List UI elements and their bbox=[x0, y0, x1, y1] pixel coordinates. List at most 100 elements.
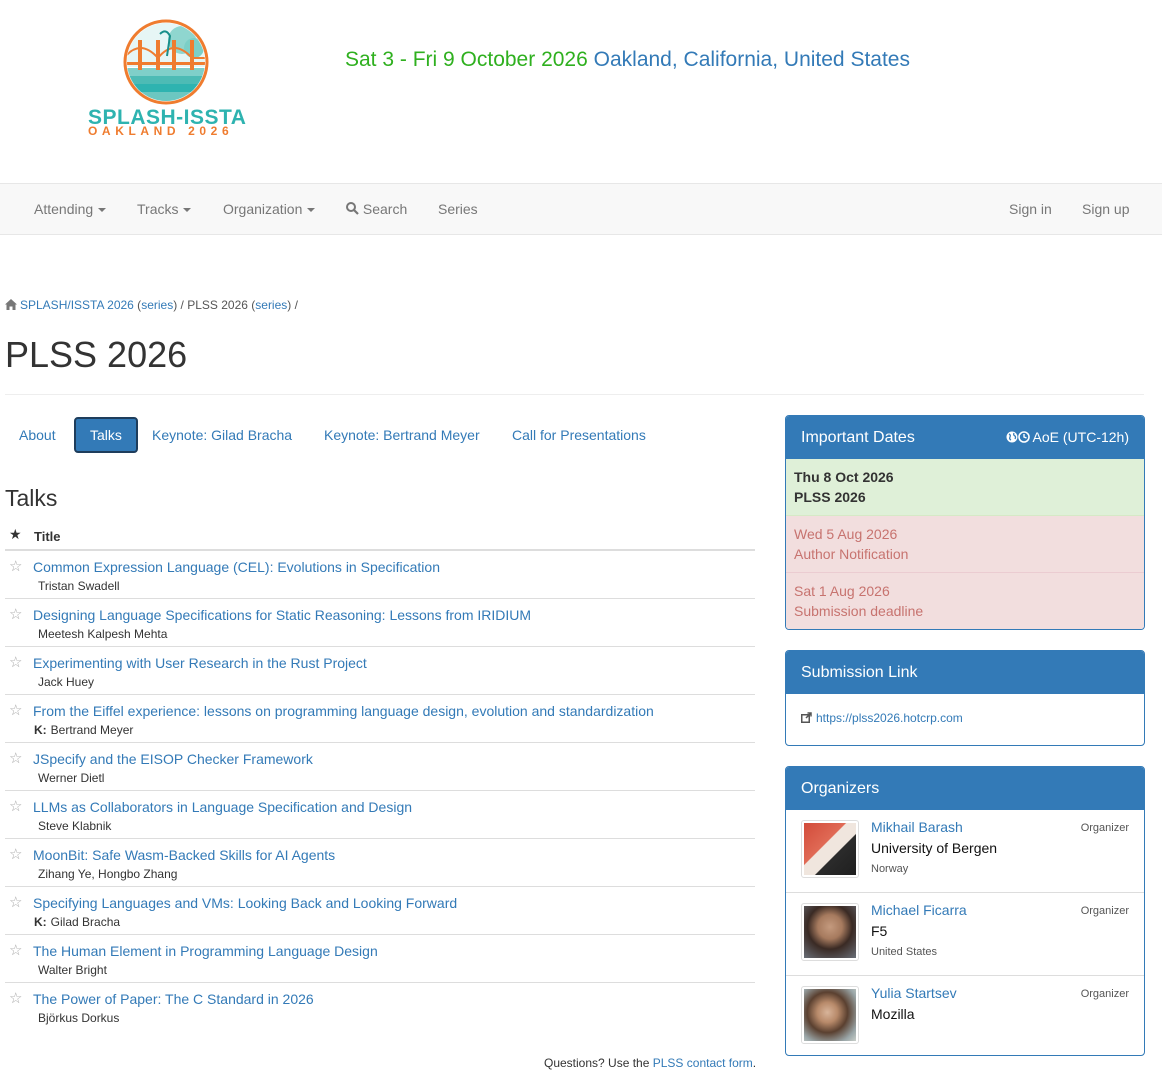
logo-subtitle: OAKLAND 2026 bbox=[88, 124, 234, 138]
search-icon bbox=[346, 202, 359, 215]
talk-speakers: Björkus Dorkus bbox=[38, 1011, 120, 1025]
organizer-name-link[interactable]: Yulia Startsev bbox=[871, 985, 957, 1001]
organizer-affiliation: F5 bbox=[871, 923, 888, 939]
nav-attending-dropdown[interactable]: Attending bbox=[34, 201, 107, 217]
date-item-current[interactable]: Thu 8 Oct 2026 PLSS 2026 bbox=[786, 459, 1144, 516]
submission-url-link[interactable]: https://plss2026.hotcrp.com bbox=[816, 711, 963, 725]
breadcrumb-home-link[interactable]: SPLASH/ISSTA 2026 bbox=[20, 298, 134, 312]
star-filled-icon[interactable]: ★ bbox=[9, 526, 22, 543]
breadcrumb-track-series-link[interactable]: series bbox=[255, 298, 287, 312]
contact-form-link[interactable]: PLSS contact form bbox=[653, 1056, 753, 1070]
table-row: ☆ The Human Element in Programming Langu… bbox=[5, 935, 755, 983]
column-header-title: Title bbox=[34, 529, 61, 544]
conference-dates: Sat 3 - Fri 9 October 2026 bbox=[345, 48, 588, 71]
date-value: Thu 8 Oct 2026 bbox=[794, 469, 894, 485]
tab-about[interactable]: About bbox=[5, 417, 70, 453]
table-row: ☆ MoonBit: Safe Wasm-Backed Skills for A… bbox=[5, 839, 755, 887]
talk-speakers: Jack Huey bbox=[38, 675, 95, 689]
main-navbar: Attending Tracks Organization Search Ser… bbox=[0, 183, 1162, 235]
timezone-label: AoE (UTC-12h) bbox=[1032, 429, 1129, 445]
contact-suffix: . bbox=[752, 1056, 757, 1070]
star-outline-icon[interactable]: ☆ bbox=[9, 557, 22, 575]
date-value: Sat 1 Aug 2026 bbox=[794, 583, 890, 599]
organizer-card: Michael Ficarra Organizer F5 United Stat… bbox=[786, 893, 1144, 976]
star-outline-icon[interactable]: ☆ bbox=[9, 941, 22, 959]
important-dates-panel: Important Dates AoE (UTC-12h) Thu 8 Oct … bbox=[785, 415, 1145, 630]
star-outline-icon[interactable]: ☆ bbox=[9, 749, 22, 767]
clock-icon bbox=[1017, 431, 1030, 443]
talk-title-link[interactable]: Common Expression Language (CEL): Evolut… bbox=[33, 559, 440, 575]
tab-keynote-gilad-bracha[interactable]: Keynote: Gilad Bracha bbox=[138, 417, 306, 453]
submission-link-panel: Submission Link https://plss2026.hotcrp.… bbox=[785, 650, 1145, 746]
organizers-panel: Organizers Mikhail Barash Organizer Univ… bbox=[785, 766, 1145, 1056]
talk-speakers: Walter Bright bbox=[38, 963, 107, 977]
sign-up-link[interactable]: Sign up bbox=[1082, 201, 1129, 217]
avatar[interactable] bbox=[801, 986, 859, 1044]
talk-speakers: Meetesh Kalpesh Mehta bbox=[38, 627, 168, 641]
talk-speakers: K: Gilad Bracha bbox=[34, 915, 121, 929]
tab-talks[interactable]: Talks bbox=[74, 417, 138, 453]
star-outline-icon[interactable]: ☆ bbox=[9, 845, 22, 863]
star-outline-icon[interactable]: ☆ bbox=[9, 893, 22, 911]
talk-title-link[interactable]: From the Eiffel experience: lessons on p… bbox=[33, 703, 654, 719]
star-outline-icon[interactable]: ☆ bbox=[9, 989, 22, 1007]
site-header: SPLASH-ISSTA OAKLAND 2026 Sat 3 - Fri 9 … bbox=[0, 0, 1162, 183]
talk-speakers: Tristan Swadell bbox=[38, 579, 120, 593]
star-outline-icon[interactable]: ☆ bbox=[9, 653, 22, 671]
nav-organization-dropdown[interactable]: Organization bbox=[223, 201, 316, 217]
nav-series-link[interactable]: Series bbox=[438, 201, 478, 217]
table-row: ☆ LLMs as Collaborators in Language Spec… bbox=[5, 791, 755, 839]
tab-keynote-bertrand-meyer[interactable]: Keynote: Bertrand Meyer bbox=[310, 417, 494, 453]
star-outline-icon[interactable]: ☆ bbox=[9, 797, 22, 815]
table-header: ★ Title bbox=[5, 521, 755, 551]
date-item-past[interactable]: Sat 1 Aug 2026 Submission deadline bbox=[786, 573, 1144, 629]
nav-tracks-dropdown[interactable]: Tracks bbox=[137, 201, 192, 217]
nav-search-link[interactable]: Search bbox=[346, 201, 407, 217]
date-label: Author Notification bbox=[794, 546, 909, 562]
organizer-country: United States bbox=[871, 946, 938, 958]
date-label: Submission deadline bbox=[794, 603, 924, 619]
caret-down-icon bbox=[183, 208, 192, 213]
page-title: PLSS 2026 bbox=[5, 334, 188, 375]
talk-title-link[interactable]: MoonBit: Safe Wasm-Backed Skills for AI … bbox=[33, 847, 335, 863]
organizer-role: Organizer bbox=[1080, 988, 1129, 1000]
organizer-name-link[interactable]: Michael Ficarra bbox=[871, 902, 967, 918]
talks-heading: Talks bbox=[5, 485, 58, 511]
organizer-name-link[interactable]: Mikhail Barash bbox=[871, 819, 963, 835]
table-row: ☆ Designing Language Specifications for … bbox=[5, 599, 755, 647]
talk-title-link[interactable]: JSpecify and the EISOP Checker Framework bbox=[33, 751, 313, 767]
organizer-card: Mikhail Barash Organizer University of B… bbox=[786, 810, 1144, 893]
talk-title-link[interactable]: Specifying Languages and VMs: Looking Ba… bbox=[33, 895, 457, 911]
talk-speakers: Werner Dietl bbox=[38, 771, 105, 785]
conference-location[interactable]: Oakland, California, United States bbox=[594, 48, 910, 71]
nav-tracks-label: Tracks bbox=[137, 201, 179, 217]
important-dates-title: Important Dates bbox=[801, 429, 915, 446]
avatar[interactable] bbox=[801, 903, 859, 961]
talk-title-link[interactable]: LLMs as Collaborators in Language Specif… bbox=[33, 799, 412, 815]
breadcrumb-home-series-link[interactable]: series bbox=[141, 298, 173, 312]
timezone-toggle[interactable]: AoE (UTC-12h) bbox=[1006, 416, 1129, 459]
date-value: Wed 5 Aug 2026 bbox=[794, 526, 898, 542]
organizer-affiliation: Mozilla bbox=[871, 1006, 915, 1022]
conference-dates-location: Sat 3 - Fri 9 October 2026 Oakland, Cali… bbox=[345, 48, 910, 72]
organizer-affiliation: University of Bergen bbox=[871, 840, 998, 856]
tab-call-for-presentations[interactable]: Call for Presentations bbox=[498, 417, 660, 453]
external-link-icon bbox=[801, 712, 812, 723]
talk-speakers: Steve Klabnik bbox=[38, 819, 112, 833]
star-outline-icon[interactable]: ☆ bbox=[9, 605, 22, 623]
talk-title-link[interactable]: Designing Language Specifications for St… bbox=[33, 607, 531, 623]
talk-title-link[interactable]: The Power of Paper: The C Standard in 20… bbox=[33, 991, 314, 1007]
contact-prefix: Questions? Use the bbox=[544, 1056, 650, 1070]
home-icon bbox=[5, 299, 17, 310]
contact-note: Questions? Use the PLSS contact form. bbox=[544, 1056, 756, 1070]
talk-title-link[interactable]: The Human Element in Programming Languag… bbox=[33, 943, 378, 959]
globe-icon bbox=[1006, 431, 1018, 443]
date-item-past[interactable]: Wed 5 Aug 2026 Author Notification bbox=[786, 516, 1144, 573]
breadcrumb-track: PLSS 2026 bbox=[187, 298, 248, 312]
divider bbox=[5, 394, 1144, 395]
talk-title-link[interactable]: Experimenting with User Research in the … bbox=[33, 655, 367, 671]
avatar[interactable] bbox=[801, 820, 859, 878]
sign-in-link[interactable]: Sign in bbox=[1009, 201, 1052, 217]
star-outline-icon[interactable]: ☆ bbox=[9, 701, 22, 719]
important-dates-header: Important Dates AoE (UTC-12h) bbox=[786, 416, 1144, 459]
